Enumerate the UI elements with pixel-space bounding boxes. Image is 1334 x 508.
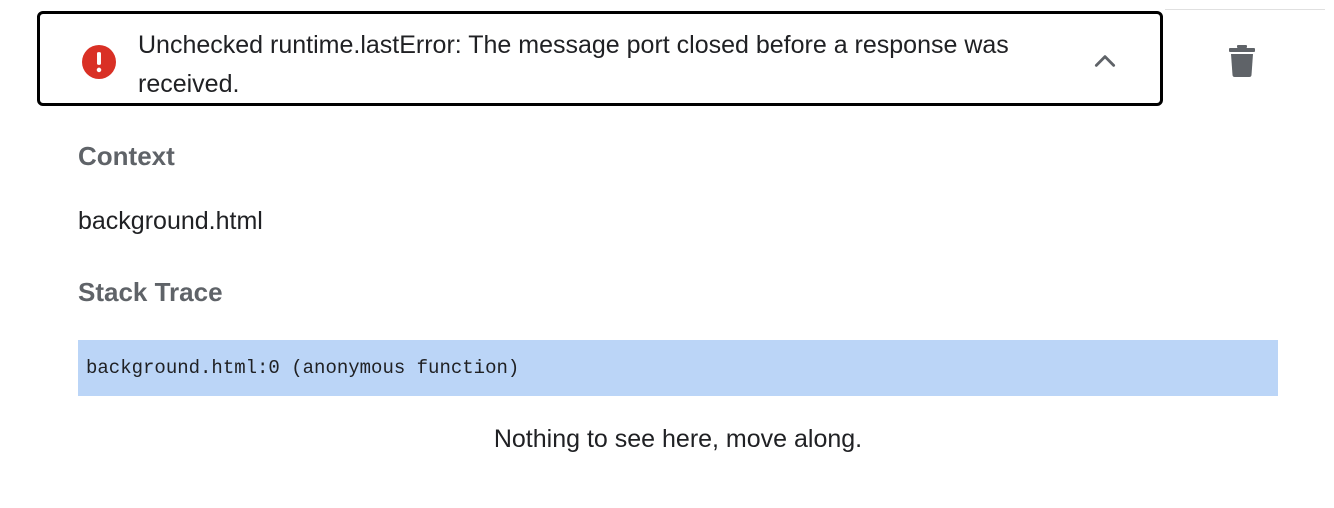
code-placeholder-message: Nothing to see here, move along. xyxy=(493,425,863,453)
top-divider xyxy=(1165,9,1325,10)
context-heading: Context xyxy=(78,141,175,171)
error-icon xyxy=(82,45,116,79)
trash-icon xyxy=(1229,45,1255,77)
context-value: background.html xyxy=(78,207,263,235)
error-entry-header[interactable]: Unchecked runtime.lastError: The message… xyxy=(37,11,1163,106)
stack-trace-list: background.html:0 (anonymous function) xyxy=(78,340,1278,396)
chevron-up-icon[interactable] xyxy=(1092,48,1118,74)
error-message: Unchecked runtime.lastError: The message… xyxy=(138,31,1009,98)
delete-button[interactable] xyxy=(1212,34,1272,88)
stack-trace-frame[interactable]: background.html:0 (anonymous function) xyxy=(78,340,1278,396)
stack-trace-heading: Stack Trace xyxy=(78,277,223,307)
